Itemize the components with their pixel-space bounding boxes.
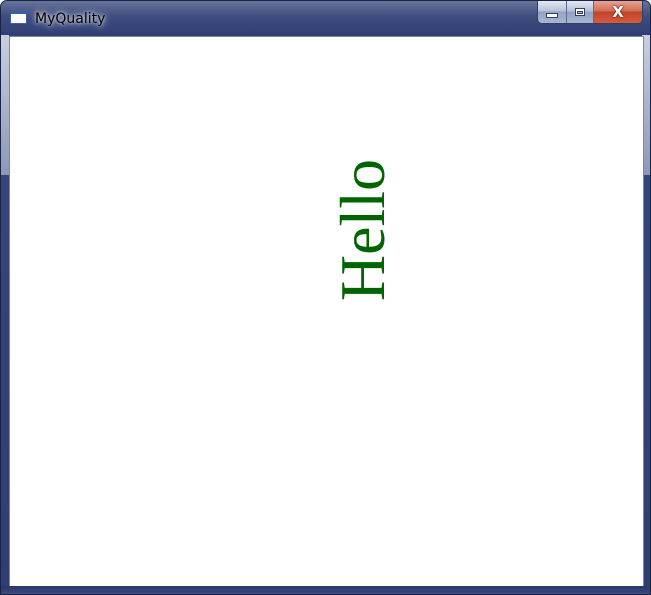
maximize-icon	[575, 8, 585, 16]
title-bar[interactable]: MyQuality X	[1, 1, 650, 35]
window-frame-left	[1, 35, 9, 175]
window-title: MyQuality	[35, 11, 106, 27]
caption-buttons: X	[537, 1, 643, 24]
hello-text: Hello	[327, 158, 398, 302]
close-button[interactable]: X	[593, 1, 642, 23]
hello-text-container: Hello	[327, 155, 398, 305]
window-frame-bottom	[1, 586, 650, 594]
minimize-icon	[546, 13, 558, 18]
app-window-icon[interactable]	[10, 11, 27, 24]
maximize-button[interactable]	[566, 1, 593, 23]
close-icon: X	[612, 2, 624, 21]
minimize-button[interactable]	[538, 1, 566, 23]
client-area: Hello	[9, 36, 644, 588]
app-window: MyQuality X Hello	[0, 0, 651, 595]
